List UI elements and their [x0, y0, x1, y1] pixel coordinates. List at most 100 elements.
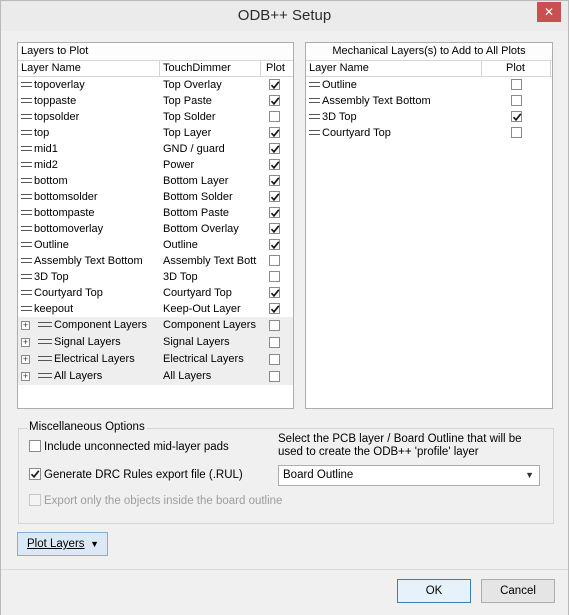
- plot-checkbox[interactable]: [269, 143, 280, 154]
- ok-button[interactable]: OK: [397, 579, 471, 603]
- group-name: Component Layers: [38, 317, 147, 334]
- plot-checkbox[interactable]: [269, 79, 280, 90]
- check-icon: [270, 225, 280, 234]
- layer-name: mid2: [21, 157, 58, 173]
- group-name: Electrical Layers: [38, 351, 135, 368]
- plot-checkbox[interactable]: [511, 79, 522, 90]
- plot-checkbox[interactable]: [269, 175, 280, 186]
- layer-group-row[interactable]: + Electrical Layers Electrical Layers: [18, 351, 293, 368]
- layer-row[interactable]: top Top Layer: [18, 125, 293, 141]
- layer-group-row[interactable]: + Component Layers Component Layers: [18, 317, 293, 334]
- export-only-label: Export only the objects inside the board…: [44, 495, 283, 508]
- layer-name-text: bottomsolder: [34, 191, 98, 203]
- plot-checkbox[interactable]: [269, 255, 280, 266]
- mech-layer-name-text: Assembly Text Bottom: [322, 95, 431, 107]
- group-touchdimmer: Electrical Layers: [163, 353, 244, 365]
- plot-checkbox[interactable]: [511, 111, 522, 122]
- expand-icon[interactable]: +: [21, 338, 30, 347]
- plot-checkbox[interactable]: [269, 127, 280, 138]
- layer-line-icon: [21, 113, 32, 119]
- layer-row[interactable]: Courtyard Top Courtyard Top: [18, 285, 293, 301]
- layer-row[interactable]: mid2 Power: [18, 157, 293, 173]
- group-name: Signal Layers: [38, 334, 121, 351]
- layer-row[interactable]: mid1 GND / guard: [18, 141, 293, 157]
- plot-checkbox[interactable]: [269, 239, 280, 250]
- expand-icon[interactable]: +: [21, 355, 30, 364]
- layer-row[interactable]: Outline Outline: [18, 237, 293, 253]
- layer-name-text: topsolder: [34, 111, 80, 123]
- column-layer-name[interactable]: Layer Name: [309, 61, 369, 76]
- mech-layer-row[interactable]: Courtyard Top: [306, 125, 552, 141]
- layer-row[interactable]: Assembly Text Bottom Assembly Text Bott: [18, 253, 293, 269]
- generate-drc-option[interactable]: Generate DRC Rules export file (.RUL): [29, 468, 243, 481]
- plot-checkbox[interactable]: [269, 207, 280, 218]
- expand-icon[interactable]: +: [21, 372, 30, 381]
- generate-drc-checkbox[interactable]: [29, 468, 41, 480]
- layer-row[interactable]: topoverlay Top Overlay: [18, 77, 293, 93]
- mech-layer-row[interactable]: 3D Top: [306, 109, 552, 125]
- dialog-content: Layers to Plot Layer Name TouchDimmer Pl…: [1, 31, 568, 571]
- title-bar: ODB++ Setup ✕: [1, 1, 568, 31]
- plot-checkbox[interactable]: [269, 287, 280, 298]
- dialog-title: ODB++ Setup: [237, 7, 332, 24]
- plot-layers-label: Plot Layers: [27, 538, 85, 550]
- layer-line-icon: [21, 305, 32, 311]
- plot-checkbox[interactable]: [269, 303, 280, 314]
- profile-layer-select[interactable]: Board Outline ▼: [278, 465, 540, 486]
- plot-checkbox[interactable]: [269, 95, 280, 106]
- group-touchdimmer: Component Layers: [163, 319, 256, 331]
- column-layer-name[interactable]: Layer Name: [21, 61, 81, 76]
- layer-row[interactable]: bottom Bottom Layer: [18, 173, 293, 189]
- layer-row[interactable]: bottomsolder Bottom Solder: [18, 189, 293, 205]
- layer-name: toppaste: [21, 93, 76, 109]
- mech-layer-row[interactable]: Assembly Text Bottom: [306, 93, 552, 109]
- chevron-down-icon: ▼: [525, 470, 534, 480]
- plot-layers-button[interactable]: Plot Layers ▼: [17, 532, 108, 556]
- plot-checkbox[interactable]: [269, 337, 280, 348]
- layer-row[interactable]: bottomoverlay Bottom Overlay: [18, 221, 293, 237]
- layer-touchdimmer: Power: [163, 159, 195, 171]
- plot-checkbox[interactable]: [511, 95, 522, 106]
- column-plot[interactable]: Plot: [266, 61, 285, 76]
- column-plot[interactable]: Plot: [506, 61, 525, 76]
- group-name-text: Signal Layers: [54, 336, 121, 348]
- plot-checkbox[interactable]: [269, 371, 280, 382]
- include-unconnected-checkbox[interactable]: [29, 440, 41, 452]
- plot-checkbox[interactable]: [269, 320, 280, 331]
- plot-checkbox[interactable]: [269, 223, 280, 234]
- layer-line-icon: [38, 355, 52, 361]
- include-unconnected-option[interactable]: Include unconnected mid-layer pads: [29, 440, 229, 453]
- layer-touchdimmer: Bottom Paste: [163, 207, 230, 219]
- column-touchdimmer[interactable]: TouchDimmer: [163, 61, 231, 76]
- layer-name: Courtyard Top: [21, 285, 103, 301]
- expand-icon[interactable]: +: [21, 321, 30, 330]
- layer-line-icon: [21, 81, 32, 87]
- layer-row[interactable]: topsolder Top Solder: [18, 109, 293, 125]
- layer-name-text: Assembly Text Bottom: [34, 255, 143, 267]
- mechanical-layers-panel: Mechanical Layers(s) to Add to All Plots…: [305, 42, 553, 409]
- check-icon: [270, 97, 280, 106]
- odb-setup-dialog: ODB++ Setup ✕ Layers to Plot Layer Name …: [0, 0, 569, 615]
- layer-group-row[interactable]: + All Layers All Layers: [18, 368, 293, 385]
- layer-row[interactable]: 3D Top 3D Top: [18, 269, 293, 285]
- plot-checkbox[interactable]: [269, 191, 280, 202]
- layer-row[interactable]: keepout Keep-Out Layer: [18, 301, 293, 317]
- close-button[interactable]: ✕: [537, 2, 561, 22]
- layer-group-row[interactable]: + Signal Layers Signal Layers: [18, 334, 293, 351]
- mech-layer-row[interactable]: Outline: [306, 77, 552, 93]
- profile-select-value: Board Outline: [283, 469, 354, 481]
- layer-row[interactable]: bottompaste Bottom Paste: [18, 205, 293, 221]
- mech-layer-name: Assembly Text Bottom: [309, 93, 431, 109]
- layer-touchdimmer: Bottom Solder: [163, 191, 233, 203]
- check-icon: [270, 241, 280, 250]
- group-name-text: All Layers: [54, 370, 103, 382]
- layer-line-icon: [21, 225, 32, 231]
- plot-checkbox[interactable]: [511, 127, 522, 138]
- layers-to-plot-panel: Layers to Plot Layer Name TouchDimmer Pl…: [17, 42, 294, 409]
- cancel-button[interactable]: Cancel: [481, 579, 555, 603]
- plot-checkbox[interactable]: [269, 159, 280, 170]
- plot-checkbox[interactable]: [269, 111, 280, 122]
- plot-checkbox[interactable]: [269, 354, 280, 365]
- layer-row[interactable]: toppaste Top Paste: [18, 93, 293, 109]
- plot-checkbox[interactable]: [269, 271, 280, 282]
